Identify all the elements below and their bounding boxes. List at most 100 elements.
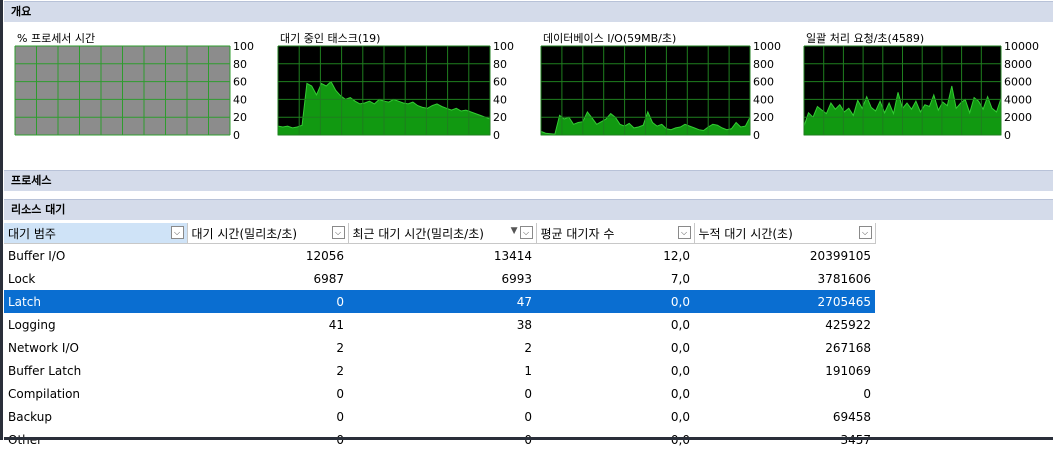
y-tick-label: 0 xyxy=(493,129,500,142)
y-tick-label: 100 xyxy=(233,40,254,53)
wait-category-cell: Buffer I/O xyxy=(8,248,66,263)
y-tick-label: 1000 xyxy=(753,40,781,53)
chart-plot: 100 80 60 40 20 0 xyxy=(14,40,254,142)
column-header-wait-time[interactable]: 대기 시간(밀리초/초) ⌵ xyxy=(187,223,349,244)
table-cell: 0,0 xyxy=(670,340,690,355)
y-tick-label: 60 xyxy=(233,76,247,89)
table-row[interactable]: Buffer I/O 12056 13414 12,0 20399105 xyxy=(4,244,875,268)
chart-plot: 1000 800 600 400 200 0 xyxy=(540,40,781,142)
table-cell: 2705465 xyxy=(694,290,875,313)
table-row[interactable]: Latch 0 47 0,0 2705465 xyxy=(4,290,875,313)
chart-title: 일괄 처리 요청/초(4589) xyxy=(806,32,925,45)
table-cell: 47 xyxy=(348,290,536,313)
overview-section-title: 개요 xyxy=(11,5,32,18)
chart-plot: 10000 8000 6000 4000 2000 0 xyxy=(803,40,1039,142)
y-tick-label: 4000 xyxy=(1004,93,1032,106)
table-cell: 6987 xyxy=(313,271,344,286)
table-cell: 7,0 xyxy=(670,271,690,286)
wait-category-cell: Latch xyxy=(4,290,187,313)
window-left-border xyxy=(0,0,3,440)
y-tick-label: 6000 xyxy=(1004,76,1032,89)
table-cell: 0,0 xyxy=(670,363,690,378)
filter-dropdown-icon[interactable]: ⌵ xyxy=(519,226,533,239)
table-cell: 191069 xyxy=(825,363,871,378)
table-row[interactable]: Buffer Latch 2 1 0,0 191069 xyxy=(4,359,875,382)
y-tick-label: 80 xyxy=(233,58,247,71)
processes-section-header[interactable]: 프로세스 xyxy=(4,170,1053,191)
table-cell: 12,0 xyxy=(663,248,690,263)
resource-waits-section-title: 리소스 대기 xyxy=(11,203,66,216)
column-header-label: 대기 시간(밀리초/초) xyxy=(191,226,298,241)
table-cell: 0 xyxy=(524,386,532,401)
column-header-wait-category[interactable]: 대기 범주 ⌵ xyxy=(4,223,188,244)
table-cell: 0,0 xyxy=(670,409,690,424)
table-cell: 0 xyxy=(336,409,344,424)
table-row[interactable]: Lock 6987 6993 7,0 3781606 xyxy=(4,267,875,290)
chart-title: 대기 중인 태스크(19) xyxy=(280,32,381,45)
column-header-label: 누적 대기 시간(초) xyxy=(698,226,793,241)
column-header-label: 평균 대기자 수 xyxy=(540,226,615,241)
filter-dropdown-icon[interactable]: ⌵ xyxy=(858,226,872,239)
chart-plot: 100 80 60 40 20 0 xyxy=(277,40,514,142)
column-header-label: 대기 범주 xyxy=(8,226,56,241)
y-tick-label: 20 xyxy=(493,111,507,124)
table-cell: 2 xyxy=(524,340,532,355)
table-row[interactable]: Compilation 0 0 0,0 0 xyxy=(4,382,875,405)
filter-dropdown-icon[interactable]: ⌵ xyxy=(331,226,345,239)
table-row[interactable]: Logging 41 38 0,0 425922 xyxy=(4,313,875,336)
table-cell: 3781606 xyxy=(817,271,871,286)
chart-title: % 프로세서 시간 xyxy=(17,32,96,45)
table-row[interactable]: Backup 0 0 0,0 69458 xyxy=(4,405,875,428)
table-cell: 1 xyxy=(524,363,532,378)
table-cell: 0,0 xyxy=(536,290,694,313)
filter-dropdown-icon[interactable]: ⌵ xyxy=(677,226,691,239)
table-header-row: 대기 범주 ⌵ 대기 시간(밀리초/초) ⌵ 최근 대기 시간(밀리초/초) ▼… xyxy=(4,223,876,244)
table-cell: 20399105 xyxy=(809,248,871,263)
table-row[interactable]: Network I/O 2 2 0,0 267168 xyxy=(4,336,875,359)
table-cell: 12056 xyxy=(305,248,344,263)
filter-dropdown-icon[interactable]: ⌵ xyxy=(170,226,184,239)
resource-waits-section-header[interactable]: 리소스 대기 xyxy=(4,199,1053,220)
perf-chart-1: 100 80 60 40 20 0 xyxy=(14,40,254,142)
table-cell: 2 xyxy=(336,363,344,378)
y-tick-label: 0 xyxy=(233,129,240,142)
table-cell: 0 xyxy=(863,386,871,401)
table-cell: 0 xyxy=(187,290,348,313)
wait-category-cell: Network I/O xyxy=(8,340,79,355)
table-cell: 41 xyxy=(328,317,344,332)
sort-descending-icon: ▼ xyxy=(510,226,518,236)
y-tick-label: 200 xyxy=(753,111,774,124)
column-header-cumulative-wait-time[interactable]: 누적 대기 시간(초) ⌵ xyxy=(694,223,876,244)
chart-title: 데이터베이스 I/O(59MB/초) xyxy=(543,32,677,45)
y-tick-label: 40 xyxy=(493,93,507,106)
y-tick-label: 60 xyxy=(493,76,507,89)
table-cell: 267168 xyxy=(825,340,871,355)
table-cell: 0 xyxy=(336,386,344,401)
y-tick-label: 8000 xyxy=(1004,58,1032,71)
y-tick-label: 40 xyxy=(233,93,247,106)
resource-waits-grid: 대기 범주 ⌵ 대기 시간(밀리초/초) ⌵ 최근 대기 시간(밀리초/초) ▼… xyxy=(4,223,876,451)
y-tick-label: 0 xyxy=(753,129,760,142)
table-cell: 6993 xyxy=(501,271,532,286)
resource-waits-table: 대기 범주 ⌵ 대기 시간(밀리초/초) ⌵ 최근 대기 시간(밀리초/초) ▼… xyxy=(4,223,876,451)
table-cell: 0,0 xyxy=(670,386,690,401)
table-cell: 2 xyxy=(336,340,344,355)
table-cell: 425922 xyxy=(825,317,871,332)
y-tick-label: 20 xyxy=(233,111,247,124)
table-cell: 13414 xyxy=(493,248,532,263)
column-header-recent-wait-time[interactable]: 최근 대기 시간(밀리초/초) ▼ ⌵ xyxy=(348,223,537,244)
perf-chart-3: 1000 800 600 400 200 0 xyxy=(540,40,781,142)
perf-chart-2: 100 80 60 40 20 0 xyxy=(277,40,514,142)
y-tick-label: 10000 xyxy=(1004,40,1039,53)
wait-category-cell: Compilation xyxy=(8,386,81,401)
column-header-avg-waiter-count[interactable]: 평균 대기자 수 ⌵ xyxy=(536,223,695,244)
y-tick-label: 0 xyxy=(1004,129,1011,142)
y-tick-label: 100 xyxy=(493,40,514,53)
wait-category-cell: Buffer Latch xyxy=(8,363,82,378)
table-cell: 38 xyxy=(516,317,532,332)
processes-section-title: 프로세스 xyxy=(11,174,52,187)
y-tick-label: 2000 xyxy=(1004,111,1032,124)
overview-section-header[interactable]: 개요 xyxy=(4,1,1053,22)
y-tick-label: 80 xyxy=(493,58,507,71)
table-cell: 0 xyxy=(524,409,532,424)
